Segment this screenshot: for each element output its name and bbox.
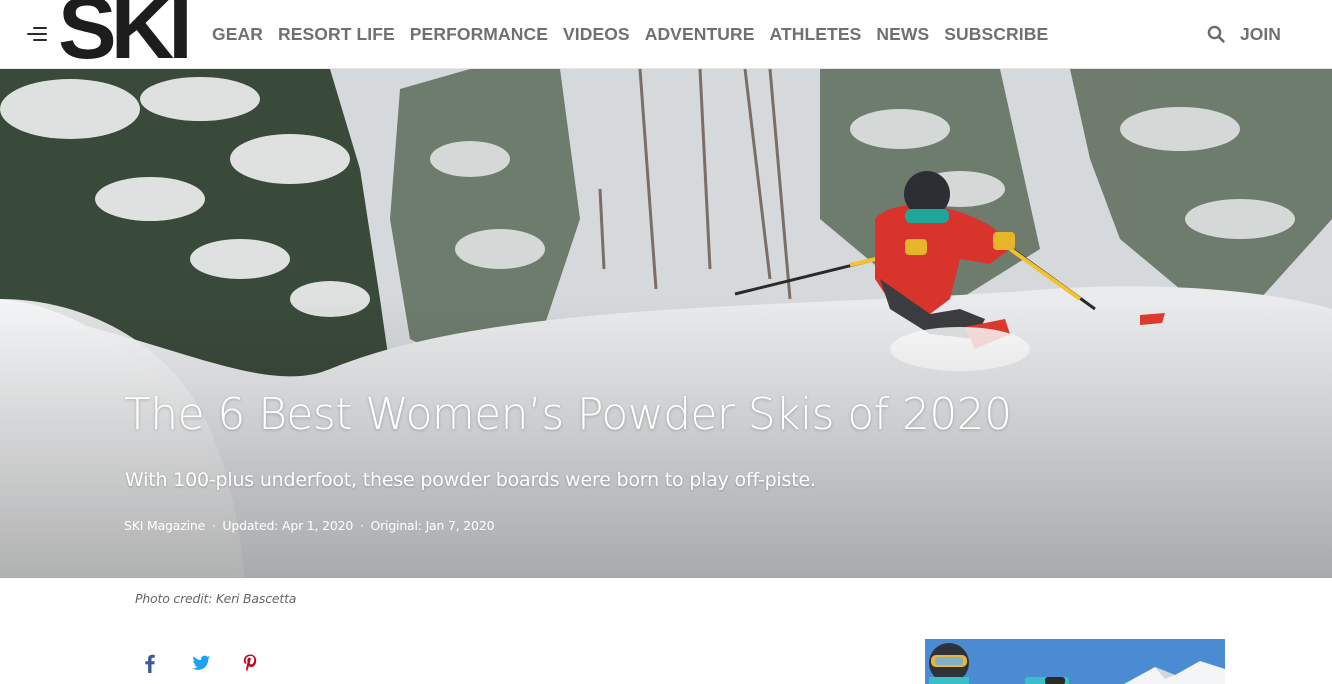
nav-performance[interactable]: PERFORMANCE (410, 22, 548, 46)
nav-videos[interactable]: VIDEOS (563, 22, 630, 46)
hero-gradient-overlay (0, 69, 1332, 578)
byline-separator: · (211, 518, 216, 533)
hamburger-menu-icon[interactable] (27, 26, 49, 42)
join-link[interactable]: JOIN (1240, 22, 1281, 46)
site-logo[interactable]: SKI (58, 0, 193, 72)
sidebar-ad[interactable] (925, 639, 1225, 684)
site-header: SKI GEAR RESORT LIFE PERFORMANCE VIDEOS … (0, 0, 1332, 72)
nav-news[interactable]: NEWS (876, 22, 929, 46)
photo-credit: Photo credit: Keri Bascetta (135, 591, 297, 606)
nav-gear[interactable]: GEAR (212, 22, 263, 46)
nav-subscribe[interactable]: SUBSCRIBE (944, 22, 1048, 46)
facebook-icon[interactable] (140, 652, 160, 674)
search-icon[interactable] (1207, 25, 1225, 43)
byline-updated-date: Updated: Apr 1, 2020 (222, 518, 354, 533)
pinterest-icon[interactable] (240, 652, 260, 674)
article-dek: With 100-plus underfoot, these powder bo… (125, 469, 816, 491)
hero-banner: The 6 Best Women’s Powder Skis of 2020 W… (0, 69, 1332, 578)
main-nav: GEAR RESORT LIFE PERFORMANCE VIDEOS ADVE… (212, 22, 1063, 46)
byline-source[interactable]: SKI Magazine (124, 518, 205, 533)
nav-resort-life[interactable]: RESORT LIFE (278, 22, 395, 46)
social-share-bar (140, 652, 270, 676)
article-headline: The 6 Best Women’s Powder Skis of 2020 (124, 389, 1012, 440)
byline-original-date: Original: Jan 7, 2020 (370, 518, 495, 533)
twitter-icon[interactable] (190, 652, 210, 674)
byline-separator: · (359, 518, 364, 533)
nav-athletes[interactable]: ATHLETES (770, 22, 862, 46)
nav-adventure[interactable]: ADVENTURE (645, 22, 755, 46)
article-byline: SKI Magazine · Updated: Apr 1, 2020 · Or… (124, 518, 495, 533)
